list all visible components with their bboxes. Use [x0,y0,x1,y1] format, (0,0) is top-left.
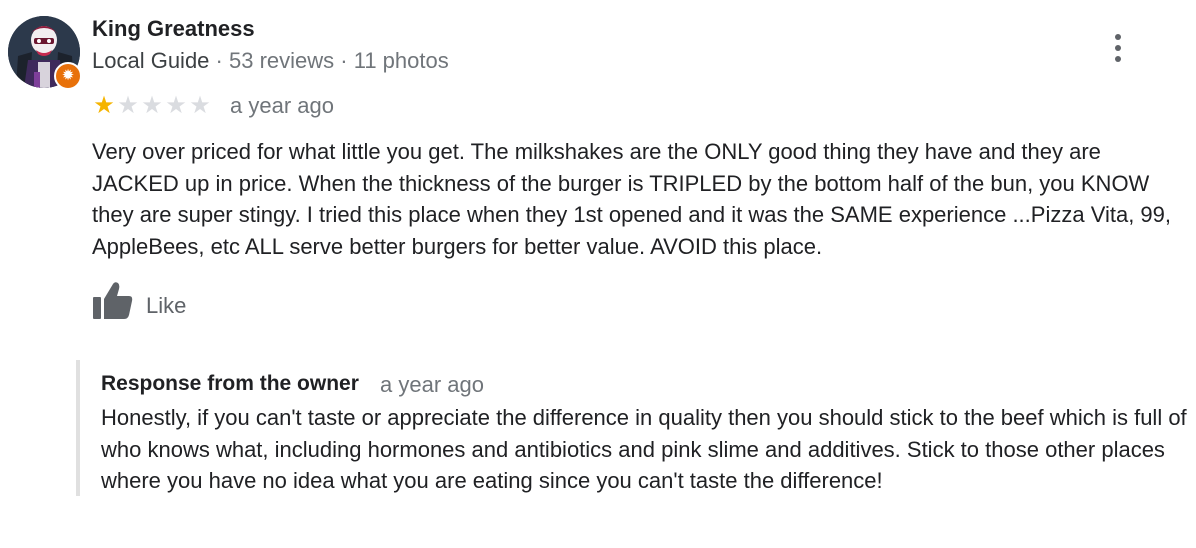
owner-response-text: Honestly, if you can't taste or apprecia… [101,405,1187,493]
star-empty-icon: ★ [189,92,211,119]
meta-separator: · [215,48,223,73]
photos-count[interactable]: 11 photos [354,48,449,73]
review-text: Very over priced for what little you get… [92,139,1172,259]
reviews-count[interactable]: 53 reviews [229,48,334,73]
more-vertical-icon [1115,34,1121,40]
local-guide-label[interactable]: Local Guide [92,48,209,73]
owner-response-title: Response from the owner [101,372,359,395]
more-vertical-icon-dot [1115,45,1121,51]
avatar[interactable]: ✹ [8,16,82,90]
review-date: a year ago [230,93,334,118]
review-card: ✹ King Greatness Local Guide · 53 review… [0,0,1196,548]
thumbs-up-icon [93,282,133,319]
star-empty-icon: ★ [165,92,187,119]
star-filled-icon: ★ [93,92,115,119]
owner-response: Response from the owner a year ago Hones… [76,360,1190,496]
star-empty-icon: ★ [141,92,163,119]
author-meta: Local Guide · 53 reviews · 11 photos [92,48,449,74]
star-empty-icon: ★ [117,92,139,119]
more-options-button[interactable] [1100,30,1136,66]
local-guide-badge: ✹ [54,62,82,90]
more-vertical-icon-dot [1115,56,1121,62]
meta-separator: · [340,48,348,73]
owner-response-date: a year ago [380,372,484,397]
author-name[interactable]: King Greatness [92,16,255,42]
like-label: Like [146,293,187,318]
star-badge-icon: ✹ [61,67,75,84]
star-rating: ★ ★ ★ ★ ★ [92,92,212,120]
